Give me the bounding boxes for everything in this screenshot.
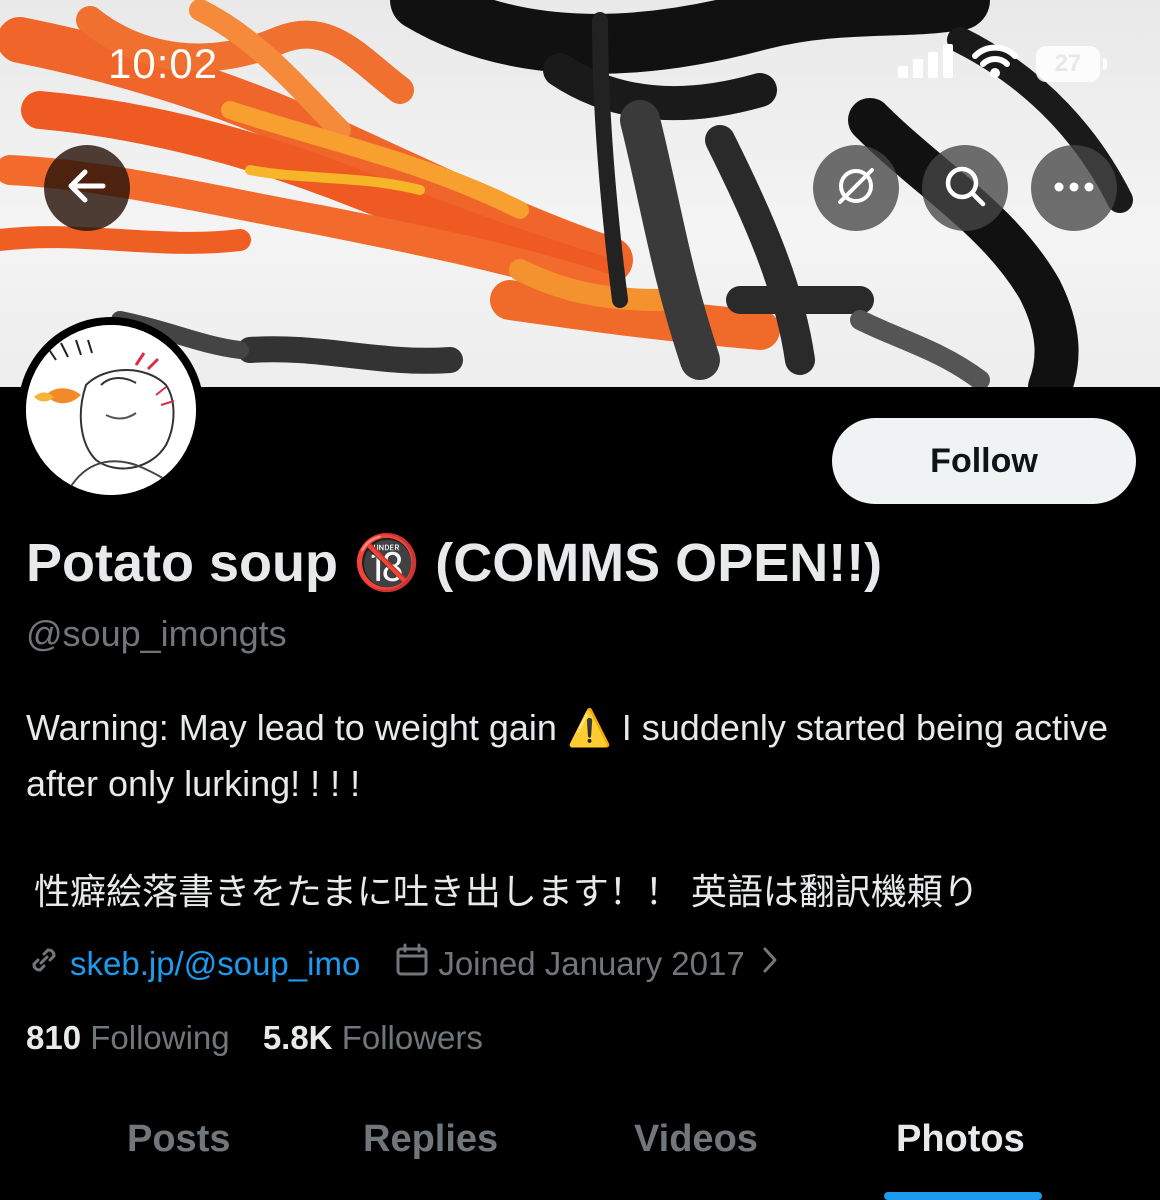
avatar[interactable] [18, 317, 204, 503]
link-icon [26, 942, 62, 986]
chevron-right-icon[interactable] [761, 945, 779, 983]
profile-meta: skeb.jp/@soup_imo Joined January 2017 [26, 942, 779, 986]
battery-icon: 27 [1036, 45, 1107, 82]
status-icons: 27 [898, 44, 1107, 83]
cellular-signal-icon [898, 44, 954, 83]
bio-text: Warning: May lead to weight gain ⚠️ I su… [26, 707, 1109, 804]
profile-tabs: Posts Replies Videos Photos [0, 1100, 1160, 1200]
following-stat[interactable]: 810 Following [26, 1019, 230, 1056]
followers-count: 5.8K [262, 1019, 333, 1056]
profile-handle: @soup_imongts [26, 613, 287, 654]
search-icon [943, 164, 987, 213]
profile-name: Potato soup 🔞 (COMMS OPEN!!) [26, 533, 883, 593]
hide-button[interactable] [813, 145, 899, 231]
active-tab-indicator [884, 1192, 1042, 1200]
tab-photos[interactable]: Photos [896, 1118, 1025, 1161]
tab-replies[interactable]: Replies [363, 1118, 498, 1161]
battery-level: 27 [1054, 49, 1082, 77]
follow-counts: 810 Following 5.8K Followers [26, 1019, 483, 1057]
status-bar: 10:02 27 [0, 0, 1160, 110]
tab-videos[interactable]: Videos [634, 1118, 758, 1161]
calendar-icon [394, 942, 430, 986]
follow-button[interactable]: Follow [832, 418, 1136, 504]
avatar-image [26, 325, 196, 495]
bio-text-japanese: 性癖絵落書きをたまに吐き出します！！ 英語は翻訳機頼り [34, 871, 979, 912]
following-label: Following [90, 1019, 230, 1056]
followers-stat[interactable]: 5.8K Followers [263, 1019, 483, 1056]
more-icon [1054, 179, 1094, 197]
search-button[interactable] [922, 145, 1008, 231]
joined-date[interactable]: Joined January 2017 [438, 945, 744, 983]
arrow-left-icon [67, 168, 107, 209]
profile-link[interactable]: skeb.jp/@soup_imo [70, 945, 360, 983]
tab-posts[interactable]: Posts [127, 1118, 230, 1161]
profile-bio: Warning: May lead to weight gain ⚠️ I su… [26, 700, 1126, 920]
status-time: 10:02 [108, 40, 219, 87]
following-count: 810 [26, 1019, 82, 1056]
wifi-icon [972, 44, 1018, 83]
more-button[interactable] [1031, 145, 1117, 231]
followers-label: Followers [341, 1019, 483, 1056]
hide-icon [834, 164, 878, 213]
back-button[interactable] [44, 145, 130, 231]
